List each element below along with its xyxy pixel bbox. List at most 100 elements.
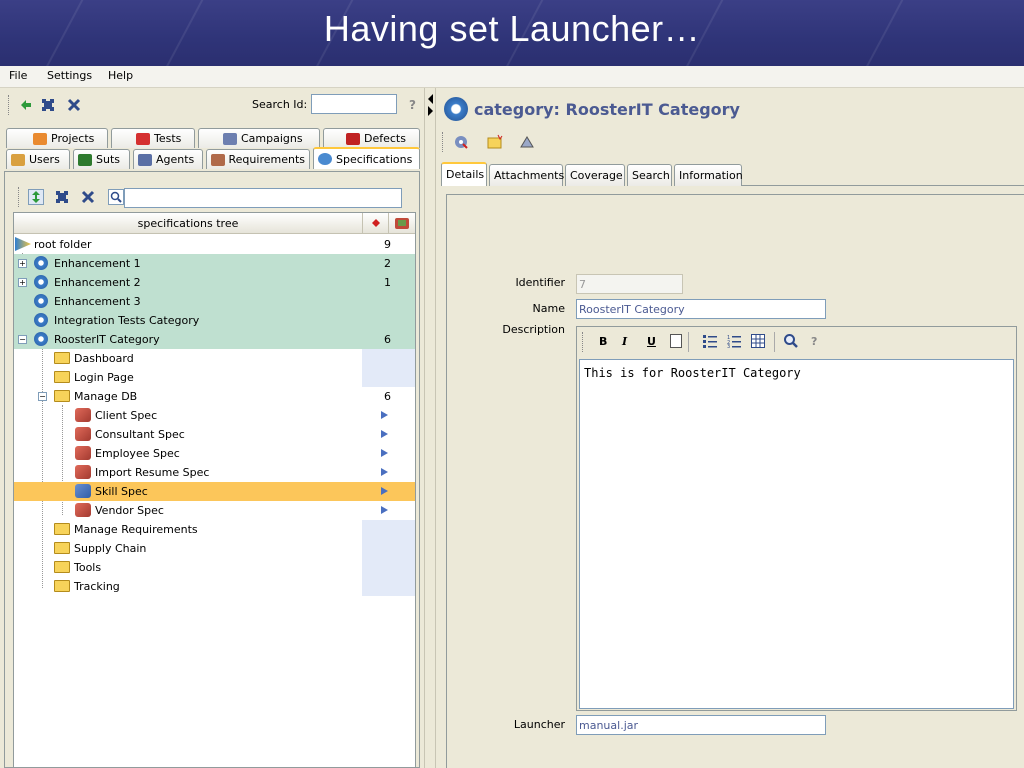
tree-row-vendor-spec[interactable]: Vendor Spec — [14, 501, 415, 520]
tab-campaigns[interactable]: Campaigns — [198, 128, 320, 148]
spec-book-icon — [75, 446, 91, 460]
tab-suts[interactable]: Suts — [73, 149, 130, 169]
editor-toolbar: B I U 123 ? — [577, 327, 1016, 357]
tab-projects[interactable]: Projects — [6, 128, 108, 148]
tree-row-consultant-spec[interactable]: Consultant Spec — [14, 425, 415, 444]
tree-header: specifications tree — [14, 213, 415, 234]
tree-row-employee-spec[interactable]: Employee Spec — [14, 444, 415, 463]
launcher-label: Launcher — [513, 718, 565, 731]
tree-row-tools[interactable]: Tools — [14, 558, 415, 577]
launcher-field[interactable]: manual.jar — [576, 715, 826, 735]
new-spec-icon[interactable] — [519, 134, 535, 150]
agents-icon — [138, 153, 152, 166]
tab-details[interactable]: Details — [441, 162, 487, 186]
tab-users[interactable]: Users — [6, 149, 70, 169]
tree-row-root-folder[interactable]: root folder 9 — [14, 235, 415, 254]
folder-icon — [54, 561, 70, 573]
refresh-icon[interactable] — [18, 97, 34, 113]
tree-row-login-page[interactable]: Login Page — [14, 368, 415, 387]
menu-help[interactable]: Help — [108, 69, 133, 82]
spec-status-arrow-icon — [381, 430, 388, 438]
tree-row-tracking[interactable]: Tracking — [14, 577, 415, 596]
panel-splitter[interactable] — [424, 88, 436, 768]
folder-icon — [54, 542, 70, 554]
identifier-label: Identifier — [515, 276, 565, 289]
underline-button[interactable]: U — [647, 335, 656, 348]
slide-banner: Having set Launcher… — [0, 0, 1024, 66]
tab-agents[interactable]: Agents — [133, 149, 203, 169]
menu-file[interactable]: File — [9, 69, 27, 82]
tree-toolbar-grip[interactable] — [18, 187, 21, 207]
tab-attachments[interactable]: Attachments — [489, 164, 564, 186]
tree-row-enhancement-3[interactable]: Enhancement 3 — [14, 292, 415, 311]
tab-requirements[interactable]: Requirements — [206, 149, 310, 169]
tree-row-integration-tests-category[interactable]: Integration Tests Category — [14, 311, 415, 330]
tab-specifications[interactable]: Specifications — [313, 147, 420, 169]
italic-button[interactable]: I — [622, 335, 627, 348]
expand-toggle-icon[interactable]: + — [18, 259, 27, 268]
tab-defects[interactable]: Defects — [323, 128, 420, 148]
folder-icon — [54, 352, 70, 364]
requirements-icon — [211, 153, 225, 166]
spec-book-icon — [75, 465, 91, 479]
search-help-icon[interactable]: ? — [409, 98, 416, 112]
coverage-column-header[interactable] — [388, 213, 415, 234]
description-text[interactable]: This is for RoosterIT Category — [579, 359, 1014, 709]
category-gear-icon — [34, 294, 48, 308]
tree-row-manage-db[interactable]: − Manage DB 6 — [14, 387, 415, 406]
toolbar-grip[interactable] — [8, 95, 11, 115]
expand-all-icon[interactable] — [40, 97, 56, 113]
tree-row-dashboard[interactable]: Dashboard — [14, 349, 415, 368]
tree-expand-icon[interactable] — [54, 189, 70, 205]
collapse-all-icon[interactable] — [66, 97, 82, 113]
tab-tests[interactable]: Tests — [111, 128, 195, 148]
tree-row-supply-chain[interactable]: Supply Chain — [14, 539, 415, 558]
bold-button[interactable]: B — [599, 335, 607, 348]
editor-help-icon[interactable]: ? — [811, 335, 817, 348]
collapse-right-icon[interactable] — [428, 106, 433, 116]
category-gear-icon — [34, 256, 48, 270]
collapse-toggle-icon[interactable]: − — [38, 392, 47, 401]
table-icon[interactable] — [751, 334, 765, 351]
suts-icon — [78, 153, 92, 166]
tree-row-roosterit-category[interactable]: − RoosterIT Category 6 — [14, 330, 415, 349]
status-column-header[interactable] — [362, 213, 388, 234]
collapse-toggle-icon[interactable]: − — [18, 335, 27, 344]
tree-row-manage-requirements[interactable]: Manage Requirements — [14, 520, 415, 539]
tree-row-enhancement-1[interactable]: + Enhancement 1 2 — [14, 254, 415, 273]
spec-status-arrow-icon — [381, 411, 388, 419]
page-icon[interactable] — [670, 334, 682, 348]
expand-toggle-icon[interactable]: + — [18, 278, 27, 287]
spec-status-arrow-icon — [381, 487, 388, 495]
folder-open-icon — [54, 390, 70, 402]
name-field[interactable]: RoosterIT Category — [576, 299, 826, 319]
tree-row-client-spec[interactable]: Client Spec — [14, 406, 415, 425]
tree-header-title[interactable]: specifications tree — [14, 217, 362, 230]
tab-coverage[interactable]: Coverage — [565, 164, 625, 186]
edit-settings-icon[interactable] — [453, 134, 469, 150]
tree-filter-input[interactable] — [124, 188, 402, 208]
folder-icon — [54, 523, 70, 535]
new-folder-icon[interactable] — [487, 134, 503, 150]
category-gear-icon — [34, 313, 48, 327]
find-icon[interactable] — [783, 333, 799, 352]
tree-row-enhancement-2[interactable]: + Enhancement 2 1 — [14, 273, 415, 292]
specifications-tree: specifications tree root folder 9 + Enha… — [13, 212, 416, 768]
description-label: Description — [502, 323, 565, 336]
tree-row-skill-spec[interactable]: Skill Spec — [14, 482, 415, 501]
search-id-input[interactable] — [311, 94, 397, 114]
spec-book-icon — [75, 408, 91, 422]
tree-collapse-icon[interactable] — [80, 189, 96, 205]
tab-information[interactable]: Information — [674, 164, 743, 186]
collapse-left-icon[interactable] — [428, 94, 433, 104]
sync-icon[interactable] — [28, 189, 44, 205]
tree-row-import-resume-spec[interactable]: Import Resume Spec — [14, 463, 415, 482]
bullet-list-icon[interactable] — [703, 334, 717, 351]
specifications-icon — [318, 153, 332, 165]
editor-toolbar-grip[interactable] — [582, 332, 585, 352]
numbered-list-icon[interactable]: 123 — [727, 334, 741, 351]
tab-search[interactable]: Search — [627, 164, 672, 186]
details-toolbar-grip[interactable] — [442, 132, 445, 152]
menu-settings[interactable]: Settings — [47, 69, 92, 82]
filter-search-icon[interactable] — [108, 189, 124, 205]
